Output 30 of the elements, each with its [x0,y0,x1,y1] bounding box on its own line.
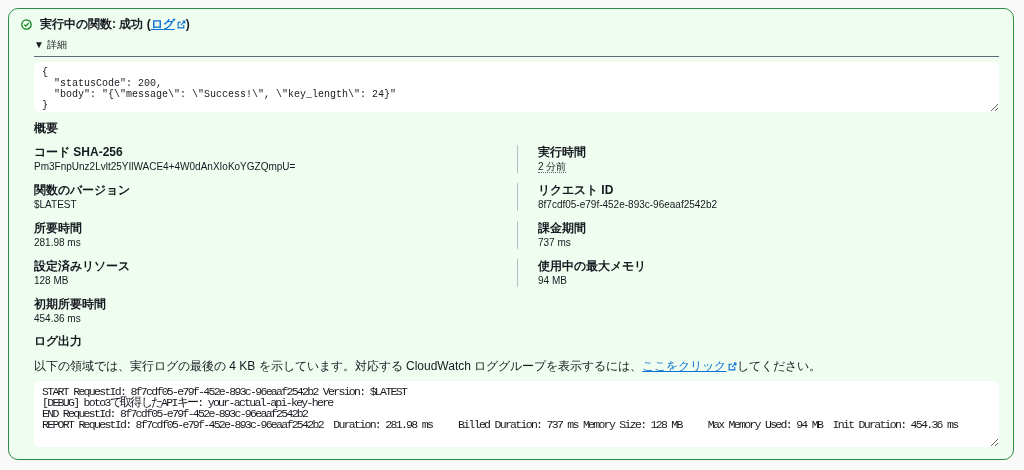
external-link-icon [176,20,186,29]
log-output[interactable]: START RequestId: 8f7cdf05-e79f-452e-893c-96eaaf2542b2 Version: $LATEST [DEBUG] boto3で取得したAPIキー: your-actual-api-key-here END RequestId: 8f7cdf05-e79f-452e-893c-96eaaf2542b2 REPORT RequestId: 8f7cdf05-e79f-452e-893c-96eaaf2542b2 Duration: 281.98 ms Billed Duration: 737 ms Memory Size: 128 MB Max Memory Used: 94 MB Init Duration: 454.36 ms [34,381,999,447]
field-label: リクエスト ID [538,183,615,197]
field-value: 281.98 ms [34,237,81,248]
field-label: コード SHA-256 [34,145,124,159]
section-heading: 概要 [34,120,59,137]
cloudwatch-link[interactable]: ここをクリック [642,358,738,375]
field-label: 関数のバージョン [34,183,131,197]
external-link-icon [728,362,738,371]
section-heading: ログ出力 [34,333,83,350]
field-label: 初期所要時間 [34,297,107,311]
field-value: $LATEST [34,199,77,210]
field-value: 94 MB [538,275,567,286]
field-value: 737 ms [538,237,571,248]
status-title: 実行中の関数: 成功 (ログ ) [40,16,190,33]
check-circle-icon [21,19,32,30]
field-value: Pm3FnpUnz2Lvlt25YIlWACE4+4W0dAnXIoKoYGZQmpU= [34,161,296,172]
field-label: 実行時間 [538,145,587,159]
field-label: 所要時間 [34,221,83,235]
relative-time[interactable]: 2 分前 [538,161,567,173]
field-value: 454.36 ms [34,313,81,324]
details-toggle[interactable]: ▼ 詳細 [34,38,999,57]
log-link[interactable]: ログ [150,16,186,33]
field-value: 8f7cdf05-e79f-452e-893c-96eaaf2542b2 [538,199,718,210]
field-label: 設定済みリソース [34,259,131,273]
field-value: 128 MB [34,275,69,286]
response-output[interactable]: { "statusCode": 200, "body": "{\"message\": \"Success!\", \"key_length\": 24}" } [34,62,999,112]
field-label: 使用中の最大メモリ [538,259,647,273]
field-label: 課金期間 [538,221,587,235]
log-description: 以下の領域では、実行ログの最後の 4 KB を示しています。対応する CloudWatch ロググループを表示するには、ここをクリック してください。 [34,358,823,375]
